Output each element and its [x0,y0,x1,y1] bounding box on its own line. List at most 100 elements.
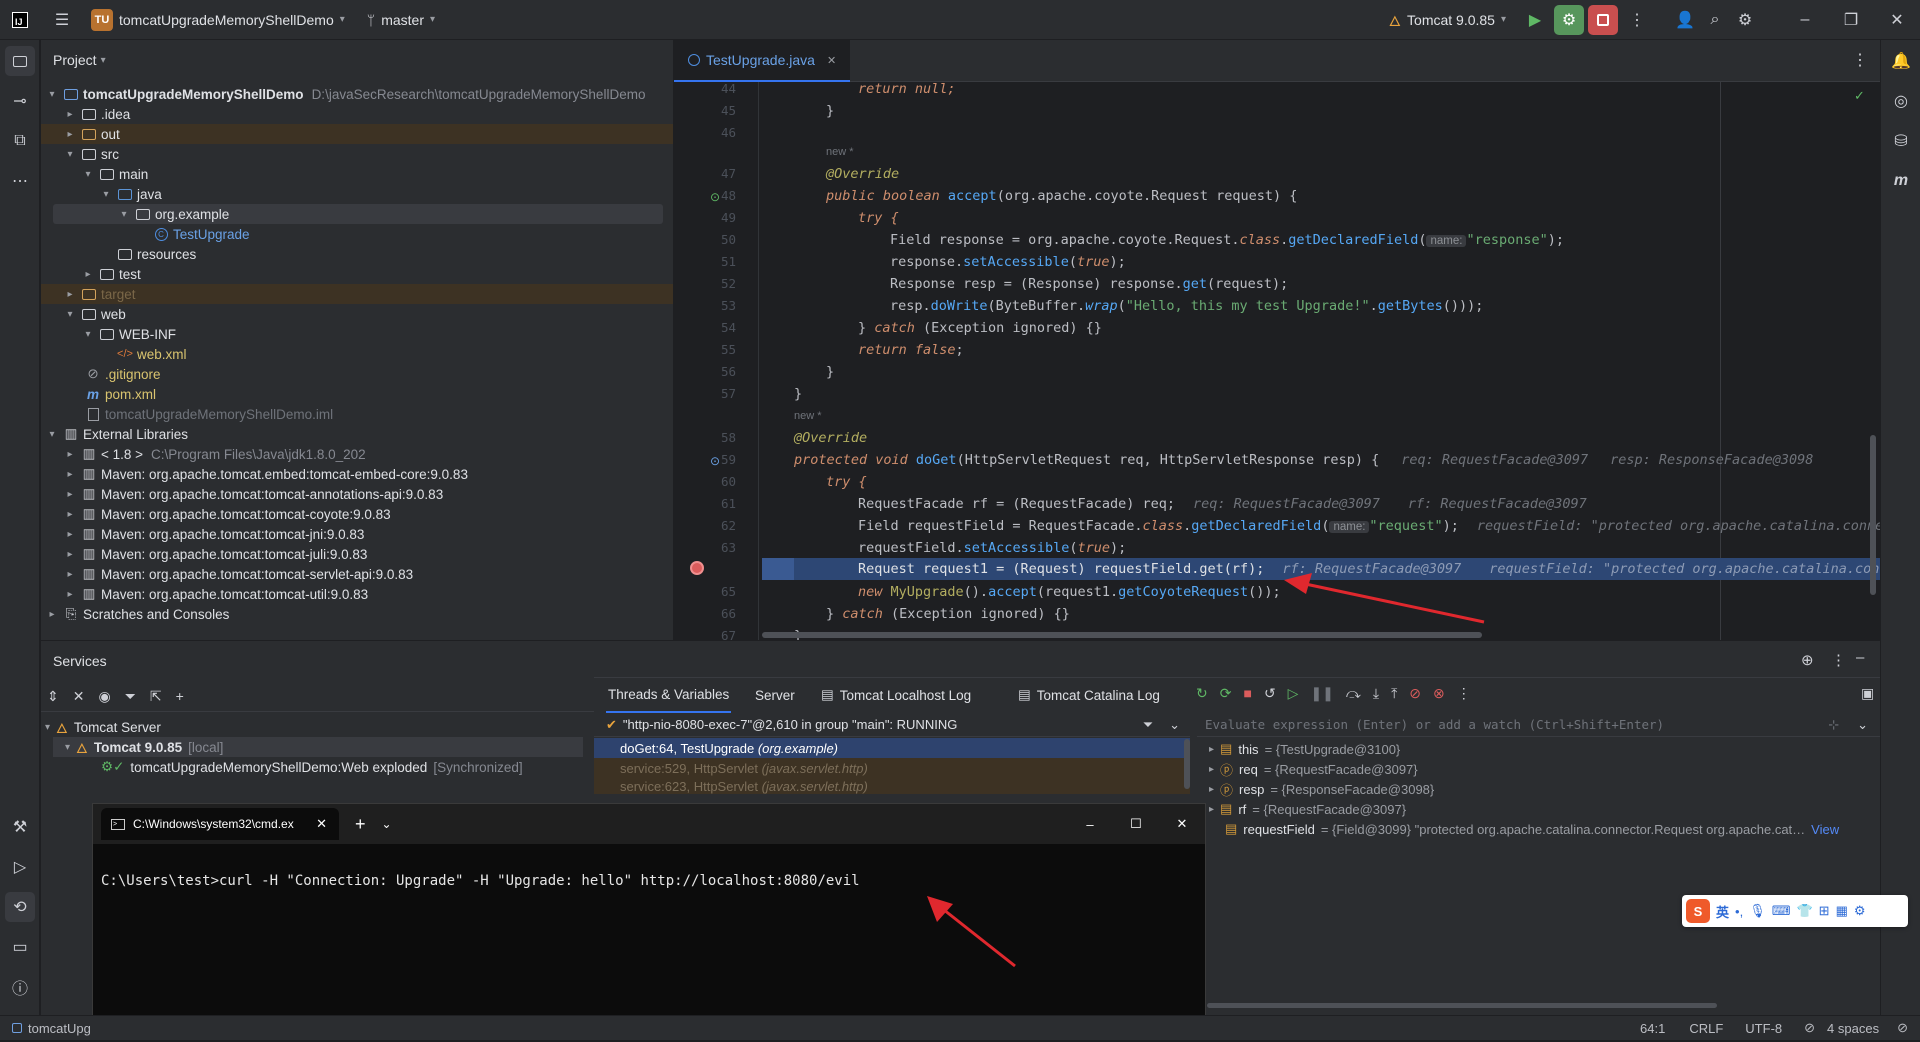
chevron-down-icon[interactable]: ⌄ [1857,717,1868,733]
stop-icon[interactable]: ■ [1243,685,1251,702]
caret-position[interactable]: 64:1 [1640,1021,1665,1036]
pause-icon[interactable]: ❚❚ [1310,685,1333,702]
close-icon[interactable]: ✕ [1159,816,1205,832]
tree-item-main[interactable]: ▾ main [41,164,673,184]
editor-more-icon[interactable]: ⋮ [1852,50,1868,70]
tree-item-target[interactable]: ▸ target [41,284,673,304]
skin-icon[interactable]: 👕 [1796,903,1812,919]
tree-item-jdk[interactable]: ▸ ▥ < 1.8 > C:\Program Files\Java\jdk1.8… [41,444,673,464]
services-target-icon[interactable]: ⊕ [1801,651,1814,669]
branch-switcher[interactable]: ᛘ master ▾ [367,12,435,28]
variable-row[interactable]: ▸ ▤ rf = {RequestFacade@3097} [1209,799,1920,819]
run-icon[interactable]: ▷ [5,852,35,882]
step-over-icon[interactable]: ⤼ [1346,685,1361,702]
thread-selector[interactable]: ✔ "http-nio-8080-exec-7"@2,610 in group … [594,713,1190,737]
tree-item-web[interactable]: ▾ web [41,304,673,324]
tree-item-gitignore[interactable]: ⊘ .gitignore [41,364,673,384]
tab-testupgrade-java[interactable]: TestUpgrade.java ✕ [674,40,850,82]
override-marker-icon[interactable]: ⊙ [710,454,720,468]
terminal-icon[interactable]: ▭ [5,932,35,962]
more-tools-icon[interactable]: ⋯ [5,166,35,196]
tree-item-test[interactable]: ▸ test [41,264,673,284]
settings-gear-icon[interactable]: ⚙ [1854,903,1866,919]
services-more-icon[interactable]: ⋮ [1831,651,1846,669]
service-tomcat-server[interactable]: ▾ 🜂 Tomcat Server [45,717,161,737]
tree-item-idea[interactable]: ▸ .idea [41,104,673,124]
add-service-icon[interactable]: + [176,688,184,704]
notifications-bell-icon[interactable]: 🔔 [1886,46,1916,76]
close-icon[interactable]: ✕ [1874,5,1920,35]
file-encoding[interactable]: UTF-8 [1745,1021,1782,1036]
variable-row[interactable]: ▸ ⓟ req = {RequestFacade@3097} [1209,759,1920,779]
step-out-icon[interactable]: ⤒ [1391,685,1397,702]
variables-hscrollbar[interactable] [1207,1003,1717,1008]
breakpoint-icon[interactable] [690,561,704,575]
tree-item-library[interactable]: ▸ ▥ Maven: org.apache.tomcat:tomcat-coyo… [41,504,673,524]
tab-catalina-log[interactable]: ▤ Tomcat Catalina Log [1018,677,1160,713]
add-user-icon[interactable]: 👤 [1670,5,1700,35]
maximize-icon[interactable]: ☐ [1113,816,1159,832]
tree-item-web-inf[interactable]: ▾ WEB-INF [41,324,673,344]
project-switcher[interactable]: TU tomcatUpgradeMemoryShellDemo ▾ [91,8,345,31]
line-separator[interactable]: CRLF [1689,1021,1723,1036]
close-tab-icon[interactable]: ✕ [827,54,836,67]
jump-to-source-icon[interactable]: ⇱ [150,688,162,705]
view-link[interactable]: View [1811,822,1839,837]
microphone-icon[interactable]: 🎙 [1749,903,1766,919]
view-breakpoints-icon[interactable]: ⊘ [1409,685,1421,702]
search-icon[interactable]: ⌕ [1700,5,1730,35]
collapse-all-icon[interactable]: ✕ [73,688,85,705]
tree-item-external-libraries[interactable]: ▾ ▥ External Libraries [41,424,673,444]
keyboard-icon[interactable]: ⌨ [1772,903,1791,919]
frame-row[interactable]: doGet:64, TestUpgrade (org.example) [594,738,1190,758]
restart-icon[interactable]: ↺ [1264,685,1276,702]
ai-assistant-icon[interactable]: ◎ [1886,86,1916,116]
step-into-icon[interactable]: ⤓ [1373,685,1379,702]
cmd-command-line[interactable]: C:\Users\test>curl -H "Connection: Upgra… [101,873,860,889]
tree-root[interactable]: ▾ tomcatUpgradeMemoryShellDemo D:\javaSe… [41,84,673,104]
filter-icon[interactable]: ⏷ [1143,717,1153,733]
mute-breakpoints-icon[interactable]: ⊗ [1433,685,1445,702]
run-config-selector[interactable]: 🜂 Tomcat 9.0.85 ▾ [1389,5,1506,34]
variable-row[interactable]: ▤ requestField = {Field@3099} "protected o… [1209,819,1920,839]
tree-item-scratches[interactable]: ▸ ⎘ Scratches and Consoles [41,604,673,624]
toolbox-icon[interactable]: ⊞ [1819,903,1830,919]
minimize-icon[interactable]: – [1067,817,1113,832]
tree-item-library[interactable]: ▸ ▥ Maven: org.apache.tomcat.embed:tomca… [41,464,673,484]
frames-scrollbar[interactable] [1184,739,1190,789]
tree-item-resources[interactable]: resources [41,244,673,264]
minimize-icon[interactable]: – [1782,5,1828,35]
service-tomcat-instance[interactable]: ▾ 🜂 Tomcat 9.0.85 [local] [53,737,583,757]
variable-row[interactable]: ▸ ▤ this = {TestUpgrade@3100} [1209,739,1920,759]
services-icon[interactable]: ⟲ [5,892,35,922]
tree-item-iml[interactable]: tomcatUpgradeMemoryShellDemo.iml [41,404,673,424]
tab-server[interactable]: Server [755,677,795,713]
tree-item-src[interactable]: ▾ src [41,144,673,164]
read-only-toggle-icon[interactable]: ⊘ [1804,1020,1815,1036]
frame-row[interactable]: service:623, HttpServlet (javax.servlet.… [594,778,1190,794]
filter-icon[interactable]: ⏷ [125,688,136,705]
project-folder-icon[interactable] [5,46,35,76]
tree-item-out[interactable]: ▸ out [41,124,673,144]
tab-localhost-log[interactable]: ▤ Tomcat Localhost Log [821,677,971,713]
apps-icon[interactable]: ▦ [1836,903,1848,919]
breadcrumb[interactable]: tomcatUpg [28,1021,91,1036]
git-status-icon[interactable]: ⊘ [1897,1020,1908,1036]
view-options-icon[interactable]: ◉ [98,688,110,705]
database-icon[interactable]: ⛁ [1886,126,1916,156]
new-tab-icon[interactable]: + [355,814,366,835]
indent-setting[interactable]: 4 spaces [1827,1021,1879,1036]
main-menu-icon[interactable]: ☰ [47,5,77,35]
services-hide-icon[interactable]: – [1856,649,1864,666]
tree-item-testupgrade[interactable]: C TestUpgrade [41,224,673,244]
project-panel-header[interactable]: Project ▾ [41,40,673,80]
horizontal-scrollbar[interactable] [762,632,1482,638]
commit-icon[interactable]: ⊸ [5,86,35,116]
cmd-tab[interactable]: > C:\Windows\system32\cmd.ex ✕ [101,808,339,840]
structure-icon[interactable]: ⧉ [5,126,35,156]
expand-all-icon[interactable]: ⇕ [47,688,59,705]
code-editor[interactable]: TestUpgrade.java ✕ ⋮ ✓ 44 45 46 47 48 49… [674,40,1887,644]
stop-icon[interactable] [1588,4,1618,35]
ime-toolbar[interactable]: S 英 •, 🎙 ⌨ 👕 ⊞ ▦ ⚙ [1682,895,1908,927]
restore-icon[interactable]: ❐ [1828,5,1874,35]
